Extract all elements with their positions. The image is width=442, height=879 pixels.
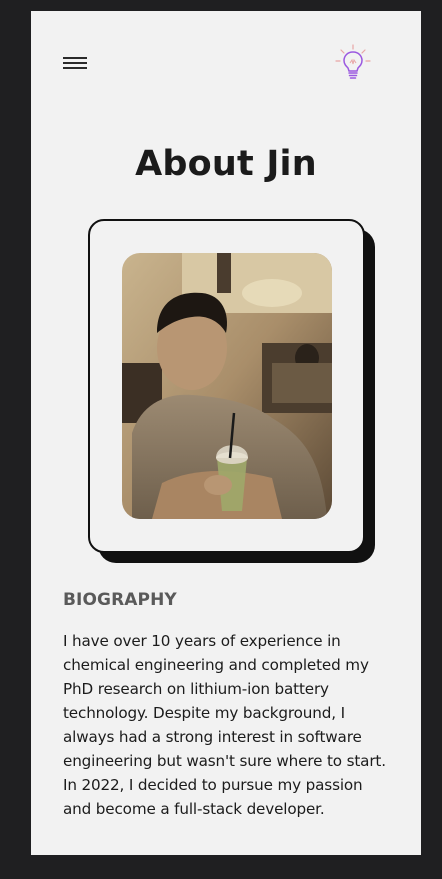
hamburger-menu-icon[interactable] <box>63 55 87 71</box>
biography-text: I have over 10 years of experience in ch… <box>63 632 386 818</box>
profile-photo <box>122 253 332 519</box>
biography-heading: BIOGRAPHY <box>63 590 177 610</box>
lightbulb-icon[interactable] <box>333 43 373 83</box>
photo-card <box>88 219 365 553</box>
about-page: About Jin BIOGRAPHY I have over 10 years… <box>31 11 421 855</box>
page-title: About Jin <box>135 144 317 184</box>
